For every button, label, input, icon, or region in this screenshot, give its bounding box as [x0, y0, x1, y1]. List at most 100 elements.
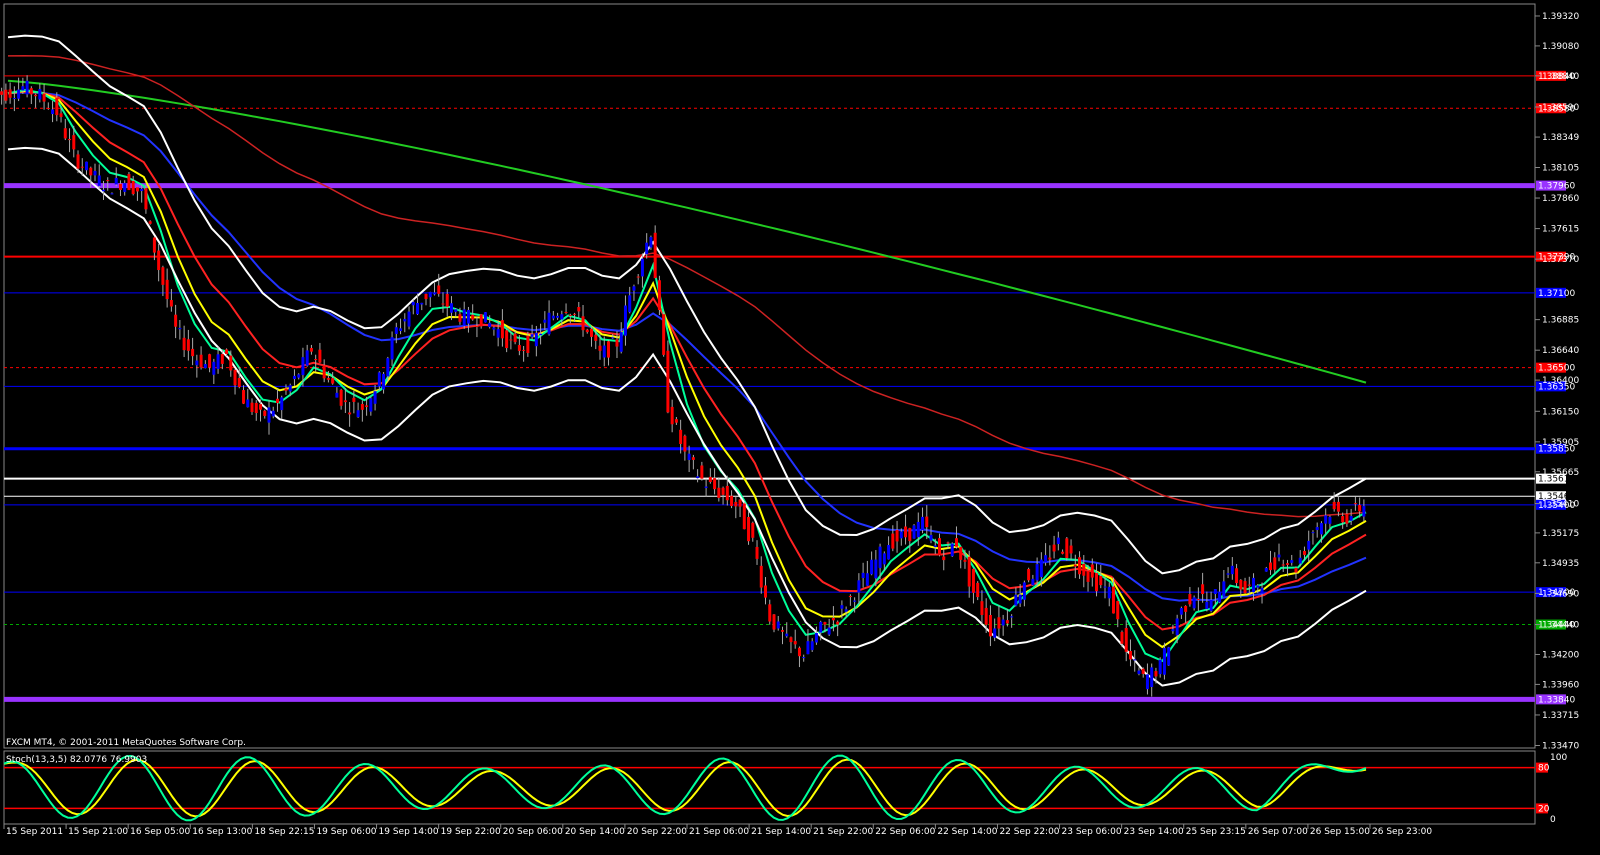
candle-body [865, 573, 869, 586]
candle-body [174, 314, 178, 327]
candle-body [1201, 584, 1205, 595]
candle-body [857, 580, 861, 593]
time-tick-label: 26 Sep 15:00 [1310, 827, 1370, 837]
candle-body [118, 183, 122, 190]
candle-body [42, 93, 46, 102]
candle-body [259, 404, 263, 410]
stoch-tick-top: 100 [1550, 753, 1567, 763]
candle-body [322, 365, 326, 379]
time-tick-label: 26 Sep 23:00 [1372, 827, 1432, 837]
candle-body [759, 565, 763, 588]
price-chart[interactable]: 1.388401.385801.379601.373901.371001.365… [0, 0, 1600, 855]
time-tick-label: 22 Sep 06:00 [875, 827, 935, 837]
candle-body [1035, 564, 1039, 581]
candle-body [1014, 594, 1018, 606]
candle-body [666, 350, 670, 413]
candle-body [853, 600, 857, 602]
candle-body [411, 301, 415, 306]
candle-body [394, 327, 398, 334]
candle-body [1196, 599, 1200, 601]
candle-body [280, 397, 284, 411]
candle-body [21, 86, 25, 91]
candle-body [551, 315, 555, 319]
price-tick-label: 1.35665 [1542, 468, 1579, 478]
candle-body [929, 534, 933, 541]
stoch-level-label: 80 [1538, 764, 1550, 774]
candle-body [988, 615, 992, 637]
candle-body [670, 406, 674, 425]
candle-body [687, 453, 691, 460]
time-tick-label: 23 Sep 14:00 [1124, 827, 1184, 837]
candle-body [12, 98, 16, 100]
candle-body [747, 516, 751, 542]
candle-body [89, 167, 93, 176]
candle-body [152, 237, 156, 253]
time-tick-label: 19 Sep 06:00 [316, 827, 376, 837]
candle-body [1328, 516, 1332, 524]
candle-body [789, 637, 793, 643]
candle-body [653, 232, 657, 279]
candle-body [8, 89, 12, 98]
candle-body [590, 328, 594, 337]
candle-body [636, 276, 640, 278]
candle-body [343, 400, 347, 403]
candle-body [1184, 605, 1188, 612]
candle-body [17, 89, 21, 99]
candle-body [488, 322, 492, 328]
price-tick-label: 1.34935 [1542, 559, 1579, 569]
candle-body [1230, 565, 1234, 575]
candle-body [220, 353, 224, 364]
time-tick-label: 23 Sep 06:00 [1062, 827, 1122, 837]
time-tick-label: 22 Sep 14:00 [937, 827, 997, 837]
candle-body [297, 374, 301, 378]
candle-body [449, 303, 453, 313]
candle-body [1010, 616, 1014, 618]
candle-body [106, 180, 110, 182]
candle-body [585, 329, 589, 333]
candle-body [144, 188, 148, 210]
candle-body [360, 404, 364, 410]
candle-body [377, 372, 381, 387]
candle-body [662, 314, 666, 355]
candle-body [1082, 563, 1086, 576]
candle-body [216, 354, 220, 369]
candle-body [1124, 627, 1128, 652]
candle-body [428, 291, 432, 298]
candle-body [980, 601, 984, 615]
price-tick-label: 1.35175 [1542, 529, 1579, 539]
price-tick-label: 1.36400 [1542, 376, 1579, 386]
candle-body [1192, 597, 1196, 609]
time-tick-label: 15 Sep 2011 [6, 827, 63, 837]
candle-body [169, 299, 173, 307]
price-axis: 1.39320 1.39080 1.38840 1.38590 1.38349 1.381… [1535, 12, 1579, 752]
candle-body [25, 80, 29, 95]
candle-body [933, 545, 937, 548]
candle-body [564, 312, 568, 314]
candle-body [76, 154, 80, 169]
candle-body [594, 334, 598, 341]
candle-body [1213, 589, 1217, 595]
candle-body [1137, 670, 1141, 674]
time-tick-label: 19 Sep 14:00 [379, 827, 439, 837]
candle-body [577, 307, 581, 312]
candle-body [1027, 569, 1031, 581]
candle-body [165, 279, 169, 300]
candle-body [556, 315, 560, 318]
candle-body [373, 391, 377, 404]
candle-body [271, 410, 275, 417]
candle-body [63, 128, 67, 139]
candle-body [305, 350, 309, 366]
candle-body [441, 303, 445, 305]
candle-body [1235, 568, 1239, 584]
candle-body [382, 373, 386, 390]
candle-body [301, 357, 305, 376]
candle-body [352, 397, 356, 402]
price-tick-label: 1.38105 [1542, 163, 1579, 173]
candle-body [123, 183, 127, 192]
candle-body [492, 327, 496, 330]
candle-body [356, 410, 360, 418]
candle-body [700, 465, 704, 479]
candle-body [1056, 537, 1060, 544]
candle-body [386, 358, 390, 377]
candle-body [509, 339, 513, 341]
